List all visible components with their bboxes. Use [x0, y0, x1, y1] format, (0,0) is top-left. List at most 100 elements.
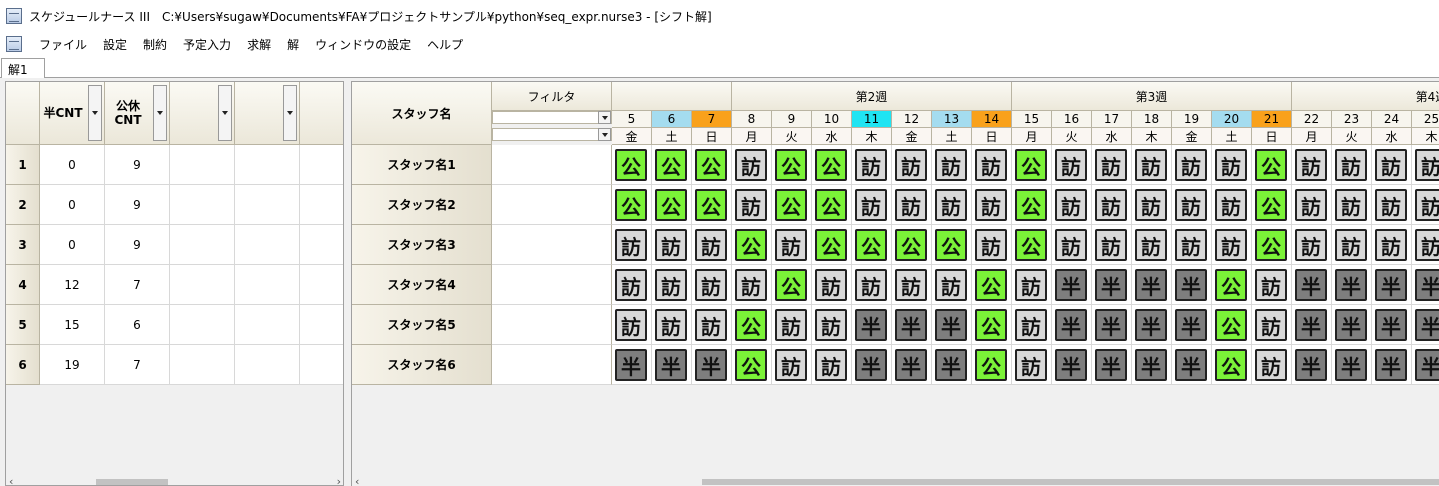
filter-combo-2[interactable]	[492, 128, 612, 141]
han-cnt-cell[interactable]: 19	[40, 345, 105, 385]
shift-badge[interactable]: 訪	[1135, 229, 1167, 261]
shift-badge[interactable]: 半	[1095, 349, 1127, 381]
shift-cell[interactable]: 公	[1012, 185, 1052, 225]
shift-badge[interactable]: 公	[975, 309, 1007, 341]
shift-badge[interactable]: 公	[815, 229, 847, 261]
shift-badge[interactable]: 訪	[895, 269, 927, 301]
filler-cell[interactable]	[300, 145, 343, 185]
day-number[interactable]: 14	[972, 111, 1012, 128]
shift-badge[interactable]: 訪	[975, 229, 1007, 261]
day-number[interactable]: 25	[1412, 111, 1439, 128]
shift-badge[interactable]: 公	[855, 229, 887, 261]
day-number[interactable]: 15	[1012, 111, 1052, 128]
shift-badge[interactable]: 訪	[1375, 189, 1407, 221]
empty-cell[interactable]	[235, 185, 300, 225]
shift-badge[interactable]: 訪	[1415, 149, 1439, 181]
shift-badge[interactable]: 訪	[1415, 229, 1439, 261]
shift-badge[interactable]: 公	[1215, 309, 1247, 341]
shift-cell[interactable]: 半	[852, 345, 892, 385]
shift-badge[interactable]: 半	[615, 349, 647, 381]
shift-badge[interactable]: 半	[695, 349, 727, 381]
shift-cell[interactable]: 訪	[812, 265, 852, 305]
shift-badge[interactable]: 公	[815, 189, 847, 221]
shift-badge[interactable]: 訪	[615, 229, 647, 261]
shift-badge[interactable]: 訪	[855, 269, 887, 301]
shift-cell[interactable]: 半	[612, 345, 652, 385]
kokyu-cnt-cell[interactable]: 7	[105, 345, 170, 385]
shift-badge[interactable]: 公	[735, 309, 767, 341]
shift-cell[interactable]: 公	[772, 265, 812, 305]
shift-badge[interactable]: 訪	[735, 149, 767, 181]
shift-cell[interactable]: 訪	[1052, 185, 1092, 225]
shift-cell[interactable]: 公	[972, 305, 1012, 345]
filter-cell[interactable]	[492, 145, 612, 185]
shift-cell[interactable]: 訪	[1172, 185, 1212, 225]
han-cnt-cell[interactable]: 0	[40, 225, 105, 265]
shift-badge[interactable]: 訪	[855, 189, 887, 221]
staff-name-cell[interactable]: スタッフ名5	[352, 305, 492, 345]
shift-badge[interactable]: 訪	[1095, 189, 1127, 221]
shift-cell[interactable]: 訪	[1252, 305, 1292, 345]
shift-badge[interactable]: 訪	[895, 189, 927, 221]
row-header[interactable]: 2	[6, 185, 40, 225]
shift-badge[interactable]: 公	[655, 149, 687, 181]
empty-cell[interactable]	[170, 185, 235, 225]
shift-cell[interactable]: 訪	[1132, 225, 1172, 265]
empty-cell[interactable]	[235, 345, 300, 385]
shift-badge[interactable]: 半	[1415, 309, 1439, 341]
staff-name-cell[interactable]: スタッフ名4	[352, 265, 492, 305]
shift-badge[interactable]: 公	[1015, 149, 1047, 181]
shift-cell[interactable]: 半	[1132, 345, 1172, 385]
filler-cell[interactable]	[300, 225, 343, 265]
filler-cell[interactable]	[300, 345, 343, 385]
shift-badge[interactable]: 訪	[1375, 229, 1407, 261]
shift-badge[interactable]: 公	[1255, 189, 1287, 221]
day-number[interactable]: 9	[772, 111, 812, 128]
shift-cell[interactable]: 半	[932, 305, 972, 345]
shift-cell[interactable]: 公	[972, 265, 1012, 305]
menu-help[interactable]: ヘルプ	[420, 36, 472, 53]
shift-badge[interactable]: 公	[895, 229, 927, 261]
shift-badge[interactable]: 半	[1135, 309, 1167, 341]
shift-cell[interactable]: 訪	[612, 265, 652, 305]
shift-badge[interactable]: 訪	[1335, 229, 1367, 261]
shift-cell[interactable]: 訪	[1092, 145, 1132, 185]
shift-badge[interactable]: 訪	[1135, 189, 1167, 221]
shift-badge[interactable]: 公	[1215, 349, 1247, 381]
shift-cell[interactable]: 半	[1332, 305, 1372, 345]
shift-cell[interactable]: 訪	[692, 225, 732, 265]
shift-cell[interactable]: 訪	[692, 265, 732, 305]
shift-badge[interactable]: 半	[1415, 349, 1439, 381]
shift-badge[interactable]: 訪	[1175, 229, 1207, 261]
shift-cell[interactable]: 訪	[1132, 145, 1172, 185]
shift-badge[interactable]: 半	[1375, 309, 1407, 341]
shift-cell[interactable]: 公	[692, 145, 732, 185]
shift-cell[interactable]: 訪	[1092, 185, 1132, 225]
empty-cell[interactable]	[235, 225, 300, 265]
shift-cell[interactable]: 訪	[1212, 225, 1252, 265]
shift-cell[interactable]: 公	[1212, 345, 1252, 385]
shift-cell[interactable]: 半	[1172, 305, 1212, 345]
shift-badge[interactable]: 公	[1215, 269, 1247, 301]
shift-cell[interactable]: 半	[1052, 305, 1092, 345]
shift-badge[interactable]: 訪	[615, 309, 647, 341]
staff-name-cell[interactable]: スタッフ名1	[352, 145, 492, 185]
shift-badge[interactable]: 訪	[935, 269, 967, 301]
shift-badge[interactable]: 半	[1375, 269, 1407, 301]
shift-badge[interactable]: 半	[935, 309, 967, 341]
shift-cell[interactable]: 半	[1292, 345, 1332, 385]
shift-cell[interactable]: 公	[692, 185, 732, 225]
empty-col-1-dropdown-icon[interactable]	[218, 85, 232, 141]
shift-badge[interactable]: 訪	[855, 149, 887, 181]
filler-cell[interactable]	[300, 265, 343, 305]
shift-cell[interactable]: 訪	[1012, 345, 1052, 385]
shift-cell[interactable]: 半	[1412, 265, 1439, 305]
document-window-icon[interactable]	[6, 36, 22, 52]
shift-cell[interactable]: 半	[1372, 345, 1412, 385]
shift-cell[interactable]: 公	[1252, 185, 1292, 225]
shift-badge[interactable]: 訪	[1255, 269, 1287, 301]
shift-badge[interactable]: 訪	[1215, 189, 1247, 221]
shift-cell[interactable]: 公	[772, 185, 812, 225]
shift-cell[interactable]: 半	[1052, 345, 1092, 385]
shift-badge[interactable]: 半	[1335, 309, 1367, 341]
